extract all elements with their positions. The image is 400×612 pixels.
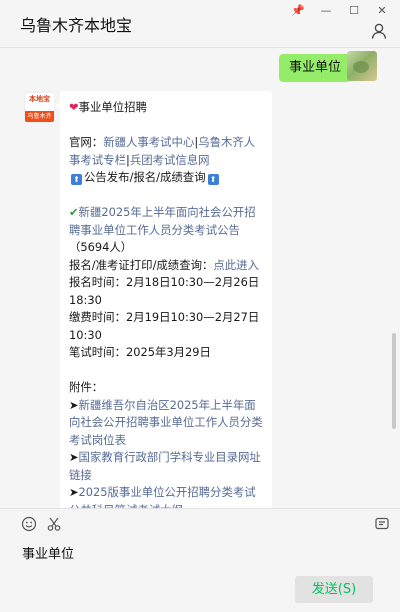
message-line: 报名时间：2月18日10:30—2月26日18:30 [69,274,263,309]
message-line: 附件： [69,379,263,397]
message-line: 报名/准考证打印/成绩查询：点此进入 [69,257,263,275]
emoji-icon[interactable] [21,516,37,532]
message-line: ❤事业单位招聘 [69,99,263,117]
message-text: 公告发布/报名/成绩查询 [84,170,206,184]
message-text: ➤ [69,485,79,499]
up-arrow-icon: ⬆ [71,174,82,185]
input-area: 事业单位 发送(S) [0,508,400,612]
message-text: 事业单位招聘 [78,100,147,114]
message-line: ➤国家教育行政部门学科专业目录网址链接 [69,449,263,484]
contact-profile-icon[interactable] [370,22,388,40]
heart-icon: ❤ [69,100,79,114]
message-text: 附件： [69,380,104,394]
chat-scrollbar[interactable] [392,333,396,429]
my-avatar[interactable] [347,51,377,81]
message-line: ⬆ 公告发布/报名/成绩查询 ⬆ [69,169,263,187]
title-bar: 乌鲁木齐本地宝 📌 — ☐ ✕ [0,0,400,48]
send-button[interactable]: 发送(S) [295,576,373,603]
avatar-label-top: 本地宝 [25,93,54,112]
pin-icon[interactable]: 📌 [290,3,306,17]
message-line: 缴费时间：2月19日10:30—2月27日10:30 [69,309,263,344]
outgoing-message[interactable]: 事业单位 [279,54,357,82]
window-title: 乌鲁木齐本地宝 [20,16,133,35]
scissors-icon[interactable] [46,516,62,532]
message-link[interactable]: 兵团考试信息网 [130,153,210,167]
message-link[interactable]: 2025版事业单位公开招聘分类考试公共科目笔试考试大纲 [69,485,256,508]
message-link[interactable]: 国家教育行政部门学科专业目录网址链接 [69,450,261,482]
message-line: ➤2025版事业单位公开招聘分类考试公共科目笔试考试大纲 [69,484,263,508]
message-text: 官网： [69,135,104,149]
message-text: 缴费时间：2月19日10:30—2月27日10:30 [69,310,260,342]
chat-history-icon[interactable] [374,516,390,532]
avatar-label-bottom: 乌鲁木齐 [25,111,54,122]
chat-messages[interactable]: 事业单位 本地宝 乌鲁木齐 ❤事业单位招聘官网：新疆人事考试中心|乌鲁木齐人事考… [0,48,400,508]
message-link[interactable]: 点此进入 [213,258,259,272]
account-avatar[interactable]: 本地宝 乌鲁木齐 [24,92,55,123]
message-input[interactable]: 事业单位 [22,543,74,562]
window-controls: 📌 — ☐ ✕ [290,3,390,17]
message-line: ✔新疆2025年上半年面向社会公开招聘事业单位工作人员分类考试公告 （5694人） [69,204,263,257]
message-line: 官网：新疆人事考试中心|乌鲁木齐人事考试专栏|兵团考试信息网 [69,134,263,169]
message-text: 报名/准考证打印/成绩查询： [69,257,214,272]
maximize-icon[interactable]: ☐ [346,3,362,17]
message-text: ➤ [69,397,79,412]
message-text: （5694人） [69,240,133,254]
close-icon[interactable]: ✕ [374,3,390,17]
message-text: 笔试时间：2025年3月29日 [69,345,211,359]
message-text: 报名时间：2月18日10:30—2月26日18:30 [69,275,260,307]
up-arrow-icon: ⬆ [207,174,219,185]
message-link[interactable]: 新疆人事考试中心 [103,135,194,149]
message-line: ➤新疆维吾尔自治区2025年上半年面向社会公开招聘事业单位工作人员分类考试岗位表 [69,397,263,450]
message-link[interactable]: 新疆维吾尔自治区2025年上半年面向社会公开招聘事业单位工作人员分类考试岗位表 [69,398,263,447]
message-text: ➤ [69,450,79,464]
check-icon: ✔ [69,205,79,219]
message-line: 笔试时间：2025年3月29日 [69,344,263,362]
minimize-icon[interactable]: — [318,3,334,17]
incoming-message[interactable]: ❤事业单位招聘 官网：新疆人事考试中心|乌鲁木齐人事考试专栏|兵团考试信息网 ⬆ 公告… [55,91,272,508]
message-link[interactable]: 新疆2025年上半年面向社会公开招聘事业单位工作人员分类考试公告 [69,205,256,237]
